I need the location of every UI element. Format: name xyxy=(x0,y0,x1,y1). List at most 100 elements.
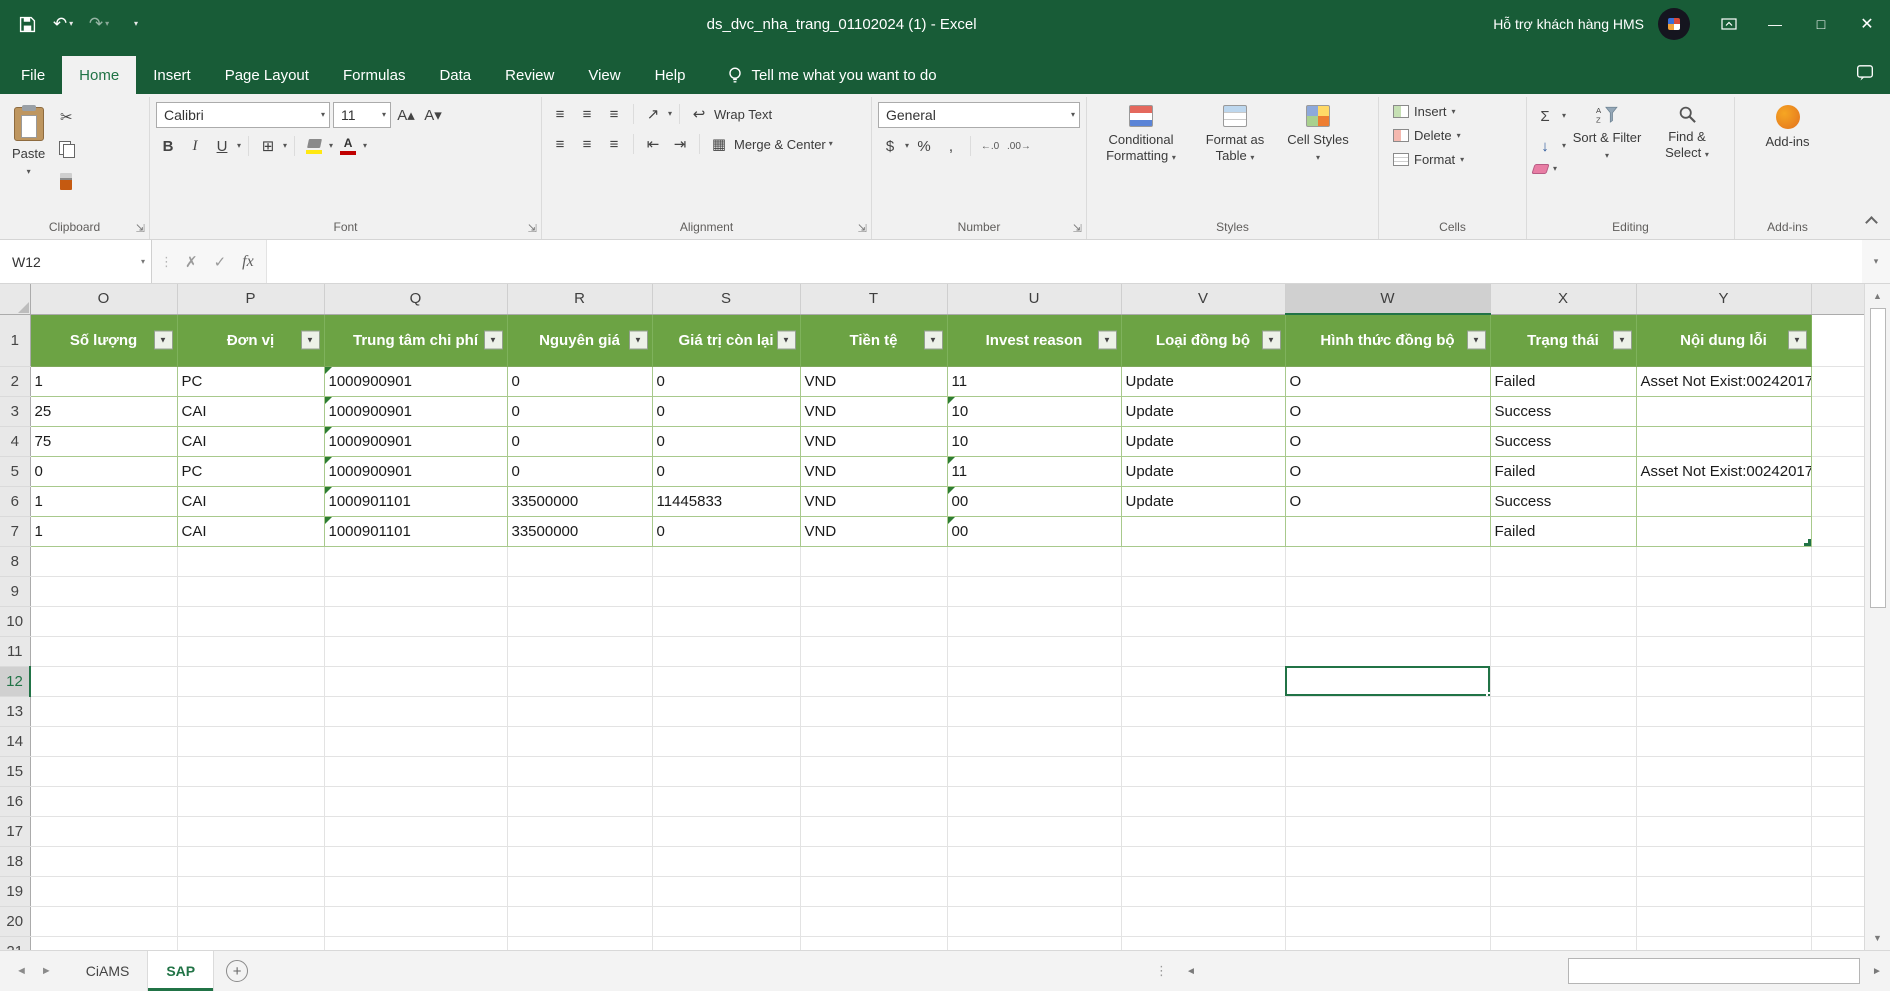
cell-U11[interactable] xyxy=(947,636,1121,666)
row-header-8[interactable]: 8 xyxy=(0,546,30,576)
cell-V11[interactable] xyxy=(1121,636,1285,666)
cell-Y13[interactable] xyxy=(1636,696,1811,726)
column-header-W[interactable]: W xyxy=(1285,284,1490,314)
cell-U15[interactable] xyxy=(947,756,1121,786)
column-header-O[interactable]: O xyxy=(30,284,177,314)
font-color-button[interactable]: A xyxy=(336,134,360,158)
cell-V21[interactable] xyxy=(1121,936,1285,950)
cell-T20[interactable] xyxy=(800,906,947,936)
cell-W11[interactable] xyxy=(1285,636,1490,666)
formula-input[interactable] xyxy=(267,240,1862,283)
cell-P8[interactable] xyxy=(177,546,324,576)
filter-button-W[interactable]: ▼ xyxy=(1467,331,1486,350)
number-format-combo[interactable]: General▾ xyxy=(878,102,1080,128)
cell-O4[interactable]: 75 xyxy=(30,426,177,456)
cell-S15[interactable] xyxy=(652,756,800,786)
cell-empty[interactable] xyxy=(1811,756,1864,786)
horizontal-scrollbar[interactable] xyxy=(1204,951,1864,991)
cell-empty[interactable] xyxy=(1811,486,1864,516)
cell-R4[interactable]: 0 xyxy=(507,426,652,456)
cell-X16[interactable] xyxy=(1490,786,1636,816)
cell-Y17[interactable] xyxy=(1636,816,1811,846)
autosum-button[interactable]: Σ▾ xyxy=(1533,104,1566,128)
cell-R2[interactable]: 0 xyxy=(507,366,652,396)
cell-Q19[interactable] xyxy=(324,876,507,906)
cell-U13[interactable] xyxy=(947,696,1121,726)
percent-style-button[interactable]: % xyxy=(912,134,936,158)
cell-S7[interactable]: 0 xyxy=(652,516,800,546)
cell-T11[interactable] xyxy=(800,636,947,666)
cell-R3[interactable]: 0 xyxy=(507,396,652,426)
row-header-12[interactable]: 12 xyxy=(0,666,30,696)
cell-T18[interactable] xyxy=(800,846,947,876)
cell-W7[interactable] xyxy=(1285,516,1490,546)
cell-X7[interactable]: Failed xyxy=(1490,516,1636,546)
cell-U17[interactable] xyxy=(947,816,1121,846)
cell-X6[interactable]: Success xyxy=(1490,486,1636,516)
row-header-18[interactable]: 18 xyxy=(0,846,30,876)
merge-center-button[interactable]: Merge & Center xyxy=(734,137,826,152)
row-header-4[interactable]: 4 xyxy=(0,426,30,456)
cell-W5[interactable]: O xyxy=(1285,456,1490,486)
cell-S14[interactable] xyxy=(652,726,800,756)
save-button[interactable] xyxy=(10,8,44,40)
comment-icon[interactable] xyxy=(1856,63,1874,86)
cell-Q3[interactable]: 1000900901 xyxy=(324,396,507,426)
paste-button[interactable]: Paste▾ xyxy=(6,102,51,179)
cell-T9[interactable] xyxy=(800,576,947,606)
column-header-V[interactable]: V xyxy=(1121,284,1285,314)
cell-Q4[interactable]: 1000900901 xyxy=(324,426,507,456)
cell-empty[interactable] xyxy=(1811,366,1864,396)
cell-O19[interactable] xyxy=(30,876,177,906)
cell-O6[interactable]: 1 xyxy=(30,486,177,516)
cell-O18[interactable] xyxy=(30,846,177,876)
cell-W3[interactable]: O xyxy=(1285,396,1490,426)
row-header-2[interactable]: 2 xyxy=(0,366,30,396)
table-resize-handle[interactable] xyxy=(1804,539,1811,546)
cell-T21[interactable] xyxy=(800,936,947,950)
cell-X19[interactable] xyxy=(1490,876,1636,906)
cell-Y14[interactable] xyxy=(1636,726,1811,756)
table-header-cell-Y[interactable]: Nội dung lỗi▼ xyxy=(1636,314,1811,366)
filter-button-S[interactable]: ▼ xyxy=(777,331,796,350)
align-left-button[interactable]: ≡ xyxy=(548,132,572,156)
cell-S10[interactable] xyxy=(652,606,800,636)
cell-U20[interactable] xyxy=(947,906,1121,936)
cell-O17[interactable] xyxy=(30,816,177,846)
cell-empty[interactable] xyxy=(1811,606,1864,636)
clipboard-dialog-launcher[interactable]: ⇲ xyxy=(136,224,145,235)
cell-R5[interactable]: 0 xyxy=(507,456,652,486)
cell-V13[interactable] xyxy=(1121,696,1285,726)
cell-Q13[interactable] xyxy=(324,696,507,726)
ribbon-display-options-button[interactable] xyxy=(1706,0,1752,48)
cell-empty[interactable] xyxy=(1811,456,1864,486)
cell-T3[interactable]: VND xyxy=(800,396,947,426)
cell-V5[interactable]: Update xyxy=(1121,456,1285,486)
cell-U19[interactable] xyxy=(947,876,1121,906)
format-as-table-button[interactable]: Format as Table ▾ xyxy=(1189,102,1281,213)
cell-P3[interactable]: CAI xyxy=(177,396,324,426)
cell-X21[interactable] xyxy=(1490,936,1636,950)
cell-Y19[interactable] xyxy=(1636,876,1811,906)
cell-S16[interactable] xyxy=(652,786,800,816)
row-header-19[interactable]: 19 xyxy=(0,876,30,906)
cell-S8[interactable] xyxy=(652,546,800,576)
cell-P15[interactable] xyxy=(177,756,324,786)
cell-V7[interactable] xyxy=(1121,516,1285,546)
ribbon-tab-file[interactable]: File xyxy=(4,56,62,94)
cell-X10[interactable] xyxy=(1490,606,1636,636)
cell-V16[interactable] xyxy=(1121,786,1285,816)
cell-Q20[interactable] xyxy=(324,906,507,936)
column-header-X[interactable]: X xyxy=(1490,284,1636,314)
cell-P14[interactable] xyxy=(177,726,324,756)
cell-Q16[interactable] xyxy=(324,786,507,816)
sheet-tab-ciams[interactable]: CiAMS xyxy=(68,951,149,991)
borders-button[interactable]: ⊞ xyxy=(256,134,280,158)
ribbon-tab-insert[interactable]: Insert xyxy=(136,56,208,94)
font-dialog-launcher[interactable]: ⇲ xyxy=(528,224,537,235)
accounting-format-button[interactable]: $ xyxy=(878,134,902,158)
collapse-ribbon-button[interactable] xyxy=(1865,216,1878,229)
cell-U10[interactable] xyxy=(947,606,1121,636)
cell-S18[interactable] xyxy=(652,846,800,876)
close-button[interactable]: ✕ xyxy=(1844,0,1890,48)
